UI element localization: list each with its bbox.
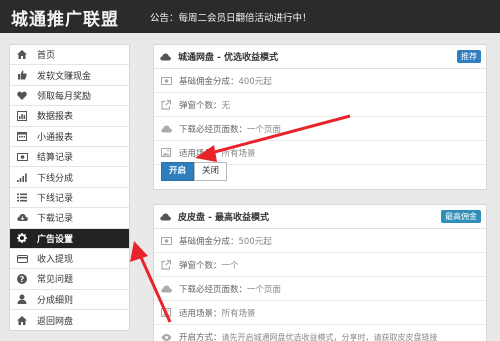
sidebar-item-label: 广告设置 xyxy=(37,234,74,245)
row-value: 所有场景 xyxy=(221,148,256,159)
sidebar-item-faq[interactable]: ? 常见问题 xyxy=(10,269,129,290)
popup-count-row: 弹窗个数： 无 xyxy=(154,93,486,117)
row-value: 400元起 xyxy=(238,76,272,87)
cloud-download-icon xyxy=(16,213,28,222)
user-icon xyxy=(16,294,28,305)
external-link-icon xyxy=(160,99,172,110)
sidebar-item-download-records[interactable]: 下载记录 xyxy=(10,208,129,229)
cloud-icon xyxy=(160,285,172,293)
commission-row: 基础佣金分成： 400元起 xyxy=(154,69,486,93)
row-value: 所有场景 xyxy=(221,308,256,319)
row-label: 开启方式： xyxy=(179,333,222,341)
home-icon xyxy=(16,315,28,325)
sidebar-item-label: 数据报表 xyxy=(37,112,74,123)
eye-icon xyxy=(160,333,172,341)
cloud-icon xyxy=(160,213,171,221)
home-icon xyxy=(16,50,28,60)
row-value: 一个 xyxy=(221,260,239,271)
sidebar-item-label: 常见问题 xyxy=(37,275,74,286)
row-label: 基础佣金分成： xyxy=(179,236,239,247)
money-icon xyxy=(160,236,172,245)
row-value: 500元起 xyxy=(238,236,272,247)
svg-text:?: ? xyxy=(20,275,25,284)
question-icon: ? xyxy=(16,273,28,284)
pipipan-mode-panel: 皮皮盘 - 最高收益模式 最高佣金 基础佣金分成： 500元起 弹窗个数： 一个… xyxy=(153,204,487,341)
recommend-badge: 推荐 xyxy=(457,50,481,63)
sidebar-item-label: 收入提现 xyxy=(37,255,74,266)
sidebar-menu: 首页 发软文赚现金 领取每月奖励 数据报表 小通报表 结算记录 下线分成 下线记… xyxy=(9,44,130,332)
sidebar-item-downline-share[interactable]: 下线分成 xyxy=(10,167,129,188)
sidebar-item-settlement[interactable]: 结算记录 xyxy=(10,146,129,168)
panel-header: 皮皮盘 - 最高收益模式 最高佣金 xyxy=(154,205,486,229)
sidebar-item-label: 首页 xyxy=(37,51,56,62)
chart-icon xyxy=(16,110,28,121)
sidebar-item-label: 下线记录 xyxy=(37,193,74,204)
site-logo[interactable]: 城通推广联盟 xyxy=(11,5,119,30)
money-icon xyxy=(16,152,28,161)
announcement-text: 公告：每周二会员日翻倍活动进行中！ xyxy=(150,13,312,24)
top-header: 城通推广联盟 公告：每周二会员日翻倍活动进行中！ xyxy=(0,0,500,33)
download-pages-row: 下载必经页面数： 一个页面 xyxy=(154,117,486,141)
row-label: 下载必经页面数： xyxy=(179,284,248,295)
money-icon xyxy=(160,76,172,85)
ctdisk-mode-panel: 城通网盘 - 优选收益模式 推荐 基础佣金分成： 400元起 弹窗个数： 无 下… xyxy=(153,44,487,190)
signal-icon xyxy=(16,173,28,182)
row-label: 适用场景： xyxy=(179,148,222,159)
sidebar-item-downline-records[interactable]: 下线记录 xyxy=(10,187,129,209)
sidebar-item-data-report[interactable]: 数据报表 xyxy=(10,106,129,127)
panel-title: 城通网盘 - 优选收益模式 xyxy=(178,53,279,63)
mode-toggle-group: 开启 关闭 xyxy=(161,162,228,181)
sidebar-item-xiaotong-report[interactable]: 小通报表 xyxy=(10,126,129,147)
cloud-icon xyxy=(160,53,171,61)
sidebar-item-label: 领取每月奖励 xyxy=(37,91,92,102)
heart-icon xyxy=(16,91,28,100)
close-button[interactable]: 关闭 xyxy=(194,162,228,181)
sidebar-item-ad-settings[interactable]: 广告设置 xyxy=(10,228,129,249)
row-label: 下载必经页面数： xyxy=(179,124,248,135)
image-icon xyxy=(160,308,172,317)
commission-row: 基础佣金分成： 500元起 xyxy=(154,229,486,253)
sidebar-item-label: 返回网盘 xyxy=(37,316,74,327)
sidebar-item-label: 小通报表 xyxy=(37,132,74,143)
download-pages-row: 下载必经页面数： 一个页面 xyxy=(154,277,486,301)
credit-card-icon xyxy=(16,254,28,263)
sidebar-item-label: 结算记录 xyxy=(37,153,74,164)
sidebar-item-label: 下载记录 xyxy=(37,214,74,225)
row-value: 一个页面 xyxy=(247,284,282,295)
sidebar-item-share-rules[interactable]: 分成细则 xyxy=(10,289,129,311)
row-value: 无 xyxy=(221,100,231,111)
enable-method-row: 开启方式： 请先开启城通网盘优选收益模式，分享时，请获取皮皮盘链接 xyxy=(154,325,486,341)
thumbs-up-icon xyxy=(16,70,28,80)
row-label: 弹窗个数： xyxy=(179,260,222,271)
sidebar-item-label: 分成细则 xyxy=(37,295,74,306)
panel-title: 皮皮盘 - 最高收益模式 xyxy=(178,213,270,223)
row-label: 基础佣金分成： xyxy=(179,76,239,87)
external-link-icon xyxy=(160,259,172,270)
popup-count-row: 弹窗个数： 一个 xyxy=(154,253,486,277)
sidebar-item-withdraw[interactable]: 收入提现 xyxy=(10,248,129,270)
panel-header: 城通网盘 - 优选收益模式 推荐 xyxy=(154,45,486,69)
calendar-icon xyxy=(16,131,28,142)
image-icon xyxy=(160,148,172,157)
list-icon xyxy=(16,193,28,202)
highest-commission-badge: 最高佣金 xyxy=(441,210,481,223)
sidebar-item-articles[interactable]: 发软文赚现金 xyxy=(10,65,129,86)
sidebar-item-monthly-reward[interactable]: 领取每月奖励 xyxy=(10,85,129,107)
scenario-row: 适用场景： 所有场景 xyxy=(154,301,486,325)
sidebar-item-label: 发软文赚现金 xyxy=(37,71,92,82)
row-value: 一个页面 xyxy=(247,124,282,135)
sidebar-item-home[interactable]: 首页 xyxy=(10,45,129,66)
row-value: 请先开启城通网盘优选收益模式，分享时，请获取皮皮盘链接 xyxy=(221,332,438,341)
sidebar-item-back-to-disk[interactable]: 返回网盘 xyxy=(10,310,129,331)
open-button[interactable]: 开启 xyxy=(161,162,195,181)
row-label: 适用场景： xyxy=(179,308,222,319)
row-label: 弹窗个数： xyxy=(179,100,222,111)
cloud-icon xyxy=(160,125,172,133)
sidebar-item-label: 下线分成 xyxy=(37,173,74,184)
gear-icon xyxy=(16,233,28,244)
